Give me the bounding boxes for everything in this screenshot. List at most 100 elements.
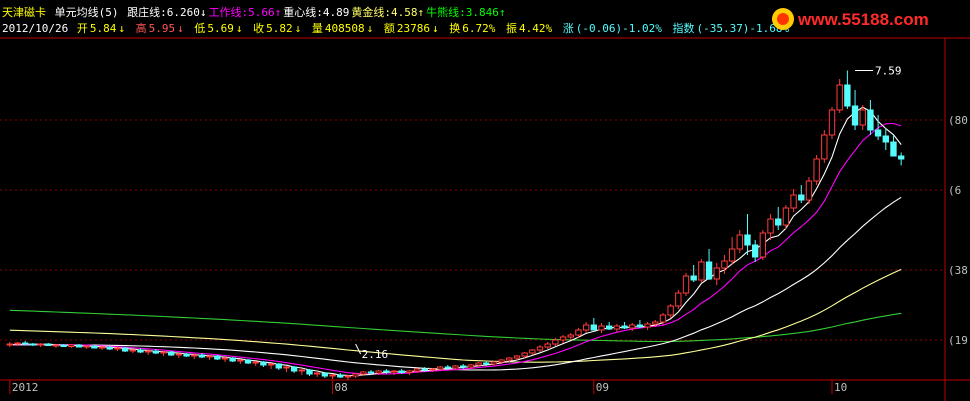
candle-body xyxy=(283,366,290,369)
candle-body xyxy=(206,355,213,358)
candle-body xyxy=(559,336,567,341)
candle-body xyxy=(705,261,713,280)
candle-body xyxy=(314,372,321,375)
max-label: 7.59 xyxy=(875,65,902,78)
candle-body xyxy=(721,260,728,269)
candle-body xyxy=(413,368,421,372)
candle-body xyxy=(275,363,282,369)
candle-body xyxy=(598,325,605,331)
candle-body xyxy=(436,366,444,370)
candle-body xyxy=(452,365,459,369)
candle-body xyxy=(897,155,905,160)
candle-body xyxy=(221,357,229,360)
candle-body xyxy=(37,343,44,346)
candle-body xyxy=(828,109,836,136)
candle-body xyxy=(767,218,774,234)
candle-body xyxy=(751,244,759,258)
candle-body xyxy=(605,325,613,330)
candle-body xyxy=(60,344,67,347)
candle-body xyxy=(821,134,828,160)
candle-body xyxy=(168,351,175,356)
candle-body xyxy=(890,141,897,157)
candle-body xyxy=(582,324,590,331)
candle-body xyxy=(252,361,259,364)
candle-body xyxy=(567,334,574,338)
candle-body xyxy=(513,355,521,359)
candle-body xyxy=(682,275,690,294)
candle-body xyxy=(851,105,859,126)
candle-body xyxy=(475,362,482,366)
candle-body xyxy=(68,344,75,347)
candle-body xyxy=(260,361,267,366)
candle-body xyxy=(137,349,144,353)
y-tick-label-1: (6 xyxy=(948,184,961,197)
candle-body xyxy=(813,158,820,182)
candle-body xyxy=(267,363,275,366)
candle-body xyxy=(45,343,52,346)
candle-body xyxy=(198,354,206,358)
candle-body xyxy=(521,352,528,357)
candle-body xyxy=(675,292,682,307)
candle-body xyxy=(690,275,697,281)
candle-body xyxy=(575,329,582,336)
candle-body xyxy=(790,194,797,209)
candle-body xyxy=(659,314,667,323)
candle-body xyxy=(536,346,544,351)
candle-body xyxy=(498,359,505,363)
candle-body xyxy=(306,369,313,375)
candle-body xyxy=(183,353,190,357)
candle-body xyxy=(29,343,37,346)
candle-body xyxy=(244,359,252,364)
candle-body xyxy=(483,362,490,365)
candle-body xyxy=(775,218,782,226)
candle-body xyxy=(667,305,674,316)
candle-body xyxy=(444,366,452,369)
candle-body xyxy=(14,342,21,345)
candle-body xyxy=(214,355,221,360)
candle-body xyxy=(652,321,659,325)
candle-body xyxy=(91,345,98,349)
candle-body xyxy=(175,353,183,356)
x-tick-label-0: 2012 xyxy=(12,381,39,394)
candle-body xyxy=(467,364,475,368)
candle-body xyxy=(367,371,375,374)
candle-body xyxy=(121,347,129,352)
candle-body xyxy=(344,375,352,378)
candle-body xyxy=(459,365,467,368)
candle-body xyxy=(383,370,390,373)
candle-body xyxy=(836,84,843,111)
candle-body xyxy=(352,373,359,377)
candle-body xyxy=(629,324,636,329)
candle-body xyxy=(6,343,14,346)
candle-body xyxy=(713,267,720,280)
candle-body xyxy=(759,232,767,258)
candle-body xyxy=(321,372,329,377)
candle-body xyxy=(544,343,551,348)
candle-body xyxy=(237,359,244,362)
candle-body xyxy=(22,342,29,345)
min-label: 2.16 xyxy=(362,348,389,361)
x-tick-label-1: 08 xyxy=(335,381,348,394)
x-tick-label-2: 09 xyxy=(596,381,609,394)
candle-body xyxy=(160,351,167,354)
y-tick-label-0: (80 xyxy=(948,114,968,127)
candle-body xyxy=(229,357,236,362)
candle-body xyxy=(298,369,306,372)
candle-body xyxy=(429,368,436,371)
candle-body xyxy=(375,370,382,374)
candle-body xyxy=(75,344,83,348)
candle-body xyxy=(144,350,152,353)
candle-body xyxy=(360,371,367,375)
candle-body xyxy=(644,323,651,328)
candle-body xyxy=(398,370,405,373)
candle-body xyxy=(874,129,882,137)
candle-body xyxy=(698,261,705,281)
candle-body xyxy=(129,349,136,352)
candle-body xyxy=(52,344,60,347)
candle-body xyxy=(882,135,889,143)
candle-body xyxy=(844,84,851,107)
candle-body xyxy=(390,370,398,373)
candle-body xyxy=(736,234,743,250)
candle-body xyxy=(406,370,413,373)
min-pointer xyxy=(355,343,362,355)
